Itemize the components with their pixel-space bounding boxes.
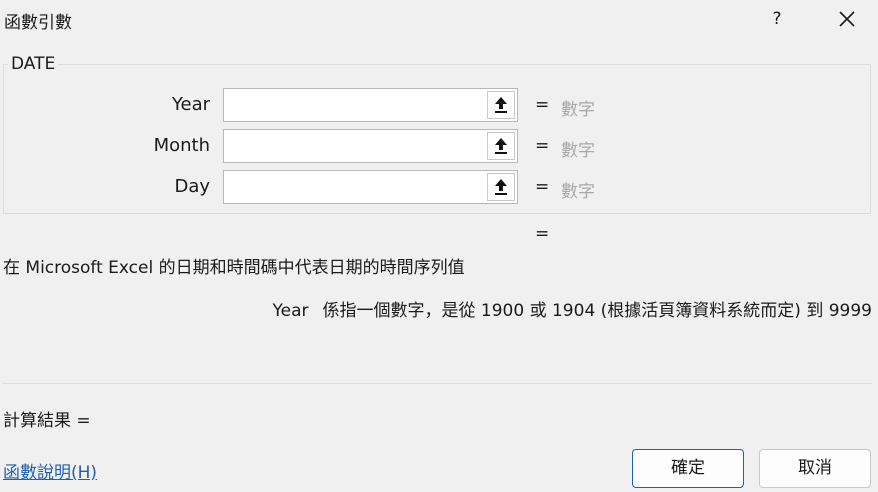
day-field-box [223, 170, 518, 204]
year-collapse-button[interactable] [487, 91, 515, 119]
function-description: 在 Microsoft Excel 的日期和時間碼中代表日期的時間序列值 [3, 258, 465, 278]
ok-button[interactable]: 確定 [632, 449, 744, 488]
year-field-box [223, 88, 518, 122]
year-equals: = [535, 95, 550, 115]
calculation-result: 計算結果 = [3, 411, 91, 431]
formula-result-equals: = [535, 224, 550, 244]
day-input[interactable] [224, 171, 498, 203]
month-input[interactable] [224, 130, 498, 162]
month-collapse-button[interactable] [487, 132, 515, 160]
day-collapse-button[interactable] [487, 173, 515, 201]
year-input[interactable] [224, 89, 498, 121]
argument-description: Year 係指一個數字，是從 1900 或 1904 (根據活頁簿資料系統而定) … [273, 296, 872, 321]
month-hint: 數字 [561, 141, 595, 161]
function-name: DATE [8, 54, 59, 74]
function-help-link[interactable]: 函數說明(H) [3, 458, 97, 483]
year-label: Year [171, 94, 210, 115]
dialog-title: 函數引數 [4, 13, 72, 33]
help-button[interactable]: ? [766, 6, 788, 32]
close-icon [839, 11, 855, 27]
day-label: Day [174, 176, 210, 197]
collapse-arrow-icon [495, 138, 507, 154]
close-button[interactable] [834, 6, 860, 32]
month-equals: = [535, 136, 550, 156]
year-hint: 數字 [561, 100, 595, 120]
day-hint: 數字 [561, 182, 595, 202]
separator [3, 383, 872, 384]
month-label: Month [153, 135, 210, 156]
collapse-arrow-icon [495, 179, 507, 195]
title-bar: 函數引數 ? [0, 0, 878, 40]
collapse-arrow-icon [495, 97, 507, 113]
cancel-button[interactable]: 取消 [759, 449, 871, 488]
argument-description-name: Year [272, 301, 309, 321]
month-field-box [223, 129, 518, 163]
day-equals: = [535, 177, 550, 197]
argument-description-text: 係指一個數字，是從 1900 或 1904 (根據活頁簿資料系統而定) 到 99… [322, 301, 872, 321]
